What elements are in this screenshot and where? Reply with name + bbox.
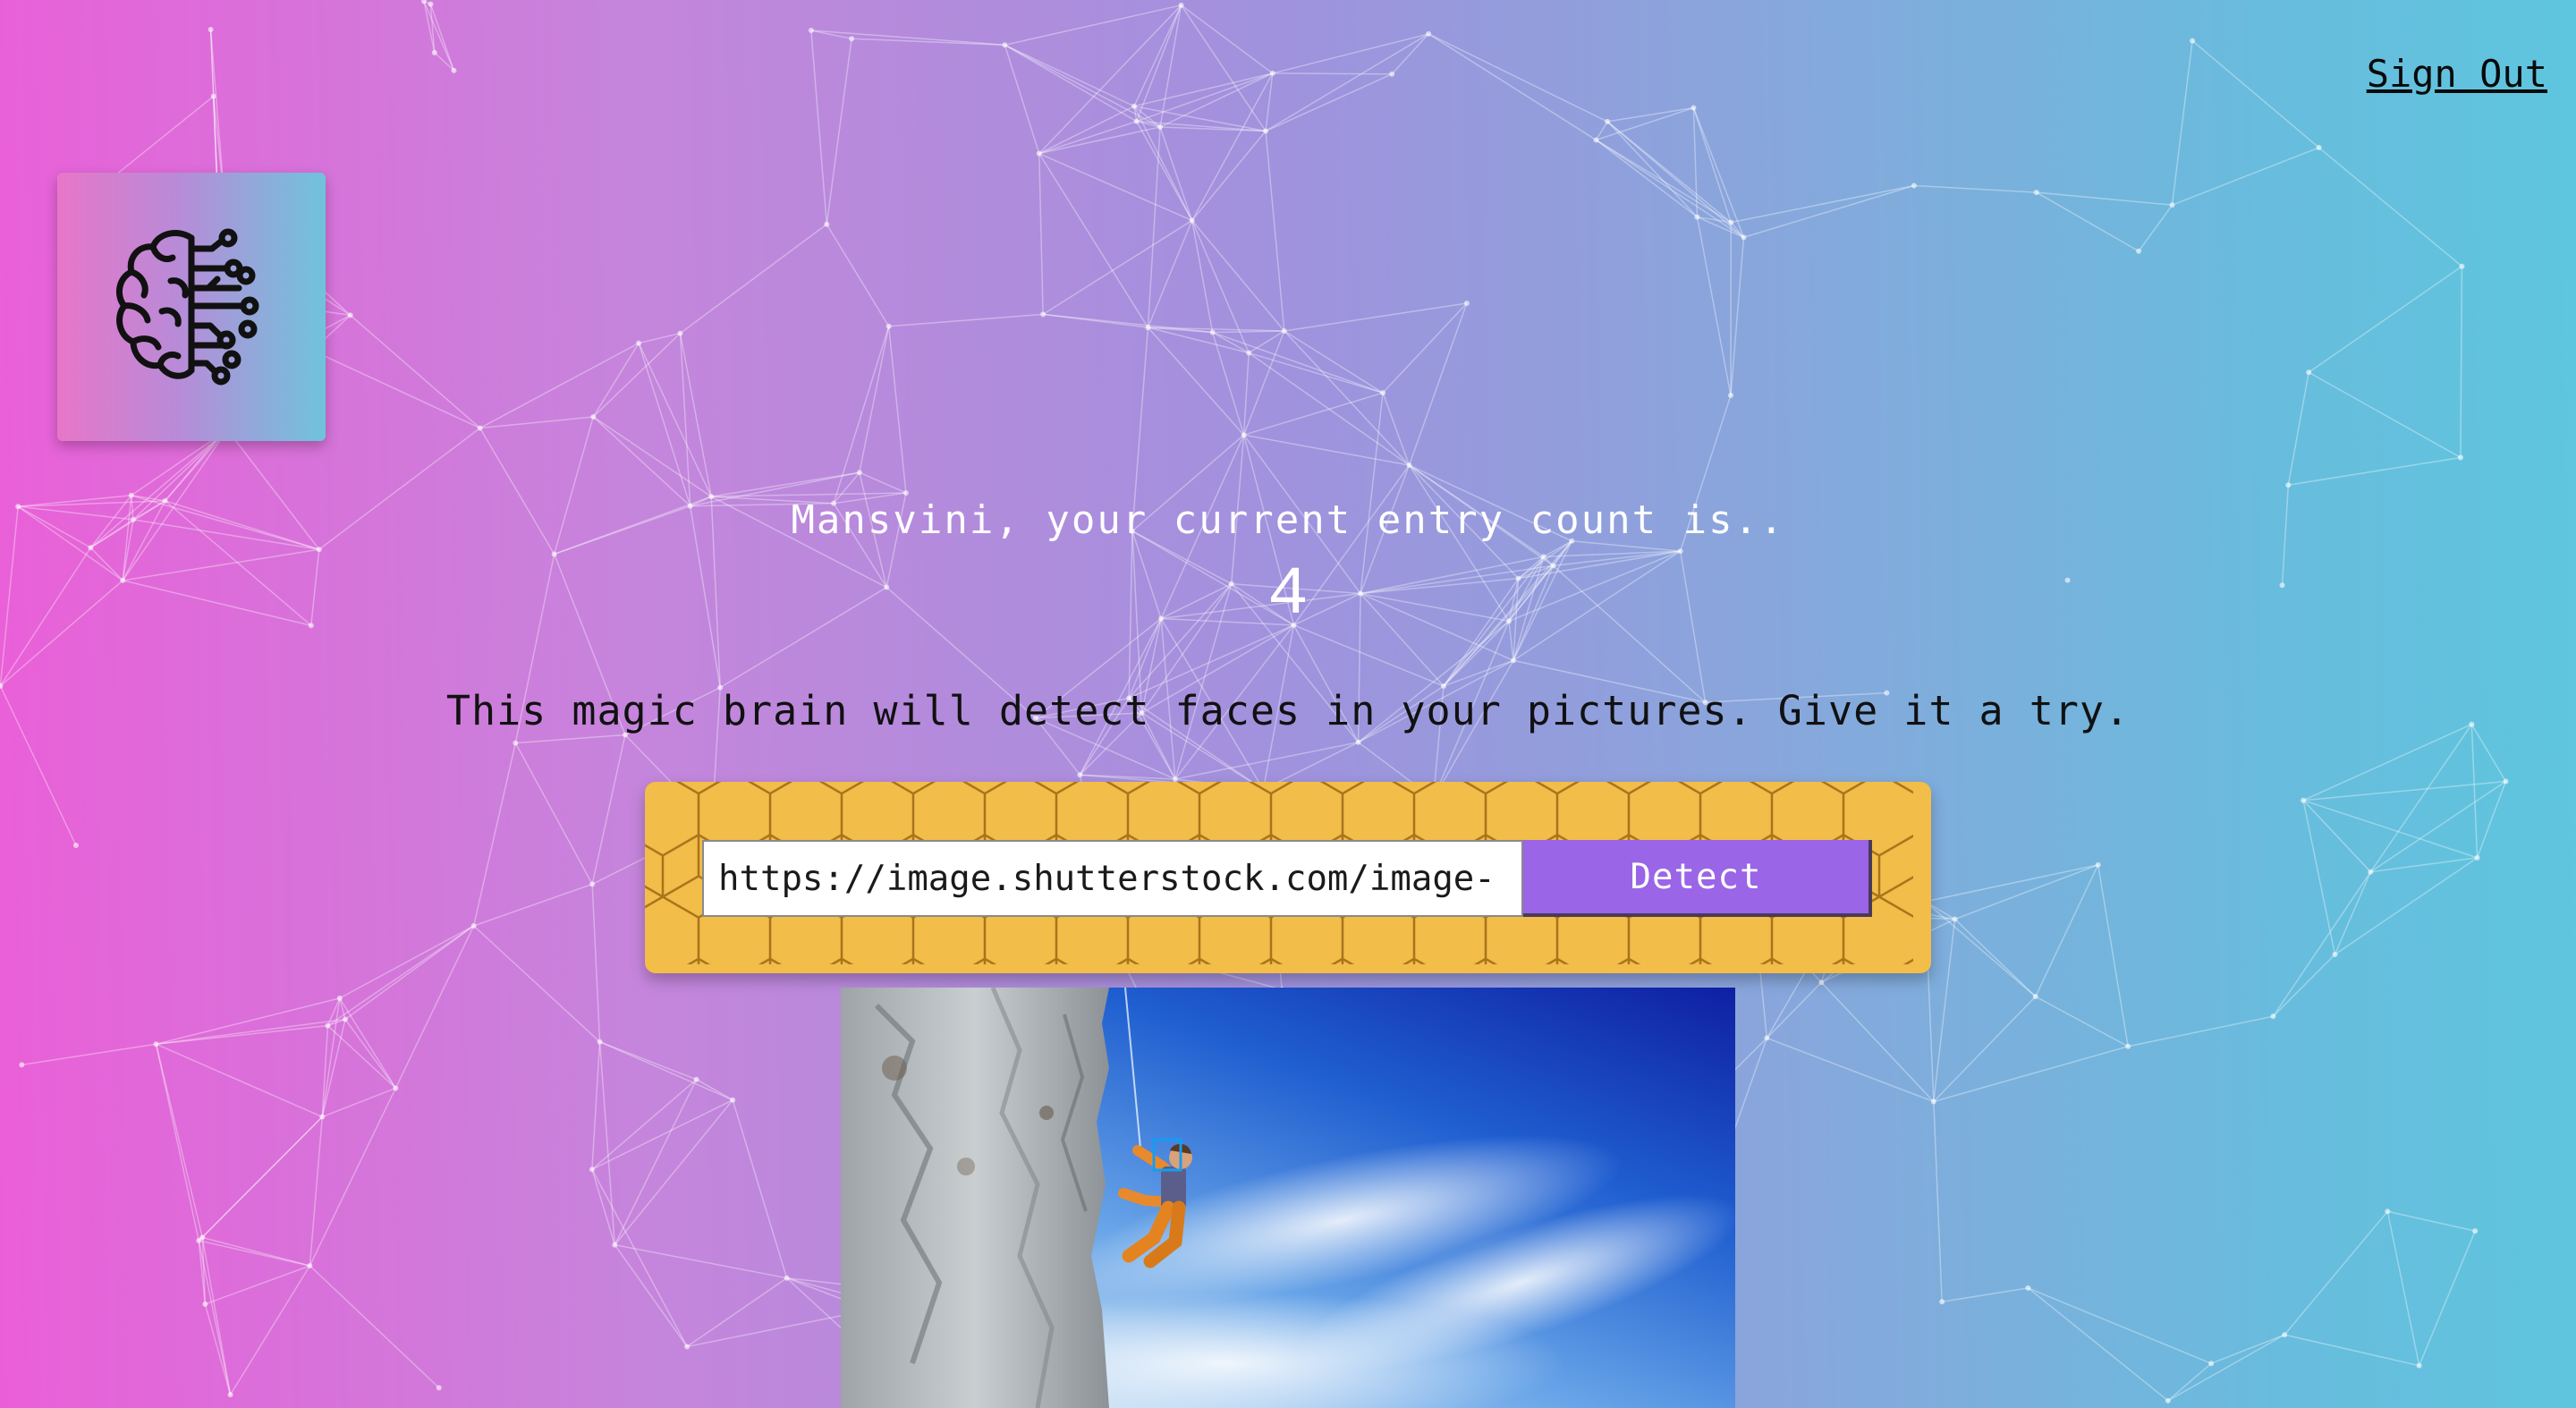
sign-out-link[interactable]: Sign Out — [2367, 52, 2547, 96]
tagline: This magic brain will detect faces in yo… — [445, 687, 2131, 734]
face-detection-image — [841, 988, 1735, 1408]
brain-circuit-icon — [115, 228, 259, 386]
image-url-input[interactable] — [702, 840, 1523, 917]
image-link-form: Detect — [645, 782, 1931, 973]
logo-card — [57, 173, 326, 441]
climber-photo — [841, 988, 1735, 1408]
entry-count-message: Mansvini, your current entry count is.. — [791, 497, 1785, 543]
navigation: Sign Out — [2367, 52, 2547, 96]
detect-button[interactable]: Detect — [1523, 840, 1872, 917]
entry-count-value: 4 — [1267, 556, 1309, 633]
